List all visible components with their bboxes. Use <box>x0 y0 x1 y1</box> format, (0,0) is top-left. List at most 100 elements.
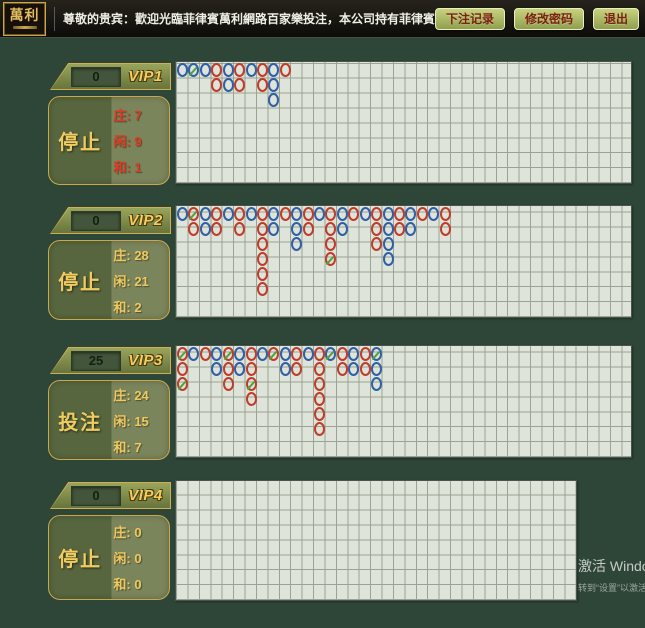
road-mark-player <box>383 237 394 251</box>
road-mark-player <box>348 362 359 376</box>
road-mark-banker <box>280 207 291 221</box>
stat-tie: 和: 2 <box>113 297 169 316</box>
road-mark-banker <box>223 362 234 376</box>
table-name: VIP1 <box>121 68 170 85</box>
road-mark-player <box>348 347 359 361</box>
road-mark-player <box>383 222 394 236</box>
road-mark-player <box>337 207 348 221</box>
road-mark-banker <box>200 347 211 361</box>
road-mark-player <box>303 347 314 361</box>
stat-player: 闲: 21 <box>113 271 169 290</box>
watermark-line1: 激活 Windows <box>578 556 645 576</box>
road-mark-player <box>223 78 234 92</box>
table-status-panel: 停止 庄: 7 闲: 9 和: 1 <box>48 96 170 185</box>
road-mark-banker <box>337 347 348 361</box>
road-mark-player <box>268 63 279 77</box>
road-mark-player <box>291 207 302 221</box>
table-status: 停止 <box>49 97 111 184</box>
road-mark-banker <box>257 282 268 296</box>
road-mark-banker <box>257 252 268 266</box>
road-mark-banker <box>280 63 291 77</box>
road-mark-player <box>268 207 279 221</box>
road-mark-banker <box>394 207 405 221</box>
road-grid <box>175 205 632 318</box>
road-mark-player <box>405 222 416 236</box>
road-mark-player <box>200 63 211 77</box>
road-mark-player <box>200 222 211 236</box>
road-mark-player <box>383 207 394 221</box>
top-bar: 萬利 尊敬的贵宾：歡迎光臨菲律賓萬利網路百家樂投注，本公司持有菲律賓政府批出的合… <box>0 0 645 38</box>
road-mark-player <box>234 347 245 361</box>
road-mark-banker <box>257 207 268 221</box>
table-badge: 25 VIP3 <box>50 347 171 374</box>
road-mark-banker <box>291 362 302 376</box>
table-section-vip1: 0 VIP1 停止 庄: 7 闲: 9 和: 1 <box>0 61 645 185</box>
road-mark-banker <box>325 237 336 251</box>
road-mark-player <box>257 347 268 361</box>
road-mark-player <box>291 222 302 236</box>
road-mark-banker <box>234 207 245 221</box>
stat-player: 闲: 15 <box>113 411 169 430</box>
road-mark-banker <box>371 237 382 251</box>
countdown-counter: 0 <box>71 67 121 87</box>
logout-button[interactable]: 退出 <box>593 8 639 30</box>
road-mark-banker <box>188 222 199 236</box>
table-name: VIP3 <box>121 352 170 369</box>
stat-tie: 和: 1 <box>113 157 169 176</box>
road-mark-banker <box>257 63 268 77</box>
road-mark-banker <box>257 237 268 251</box>
road-mark-banker <box>246 392 257 406</box>
road-mark-banker <box>257 222 268 236</box>
stat-tie: 和: 0 <box>113 574 169 593</box>
road-grid <box>175 480 577 601</box>
road-mark-player <box>223 207 234 221</box>
road-mark-player <box>177 63 188 77</box>
road-mark-banker <box>211 78 222 92</box>
table-badge: 0 VIP2 <box>50 207 171 234</box>
table-stats: 庄: 28 闲: 21 和: 2 <box>111 241 169 319</box>
stat-banker: 庄: 24 <box>113 385 169 404</box>
road-mark-banker <box>314 347 325 361</box>
table-status-panel: 停止 庄: 0 闲: 0 和: 0 <box>48 515 170 600</box>
road-mark-player <box>246 63 257 77</box>
change-password-button[interactable]: 修改密码 <box>514 8 584 30</box>
brand-logo-subtitle <box>13 26 37 29</box>
road-mark-player <box>280 347 291 361</box>
welcome-message: 尊敬的贵宾：歡迎光臨菲律賓萬利網路百家樂投注，本公司持有菲律賓政府批出的合法博彩… <box>63 10 435 27</box>
road-mark-player <box>211 347 222 361</box>
road-mark-player <box>314 207 325 221</box>
road-mark-banker <box>291 347 302 361</box>
road-mark-banker <box>440 222 451 236</box>
table-badge: 0 VIP1 <box>50 63 171 90</box>
table-name: VIP4 <box>121 487 170 504</box>
bet-records-button[interactable]: 下注记录 <box>435 8 505 30</box>
road-mark-banker <box>314 392 325 406</box>
countdown-counter: 0 <box>71 486 121 506</box>
road-mark-banker <box>234 222 245 236</box>
road-mark-banker <box>223 377 234 391</box>
road-mark-banker <box>360 347 371 361</box>
road-mark-banker <box>314 407 325 421</box>
road-mark-banker <box>337 362 348 376</box>
stat-banker: 庄: 28 <box>113 245 169 264</box>
road-mark-player <box>291 237 302 251</box>
road-mark-banker <box>234 78 245 92</box>
road-mark-banker <box>303 207 314 221</box>
table-stats: 庄: 24 闲: 15 和: 7 <box>111 381 169 459</box>
road-mark-banker <box>211 63 222 77</box>
road-mark-banker <box>257 267 268 281</box>
watermark-line2: 转到“设置”以激活 Windows。 <box>578 581 645 594</box>
road-mark-banker <box>394 222 405 236</box>
road-mark-banker <box>440 207 451 221</box>
stat-banker: 庄: 7 <box>113 105 169 124</box>
road-mark-banker <box>314 377 325 391</box>
brand-logo-title: 萬利 <box>10 9 40 24</box>
road-mark-player <box>223 63 234 77</box>
road-mark-banker <box>325 222 336 236</box>
road-mark-player <box>280 362 291 376</box>
stat-player: 闲: 0 <box>113 548 169 567</box>
road-mark-player <box>246 207 257 221</box>
road-mark-banker <box>314 422 325 436</box>
countdown-counter: 25 <box>71 351 121 371</box>
stat-player: 闲: 9 <box>113 131 169 150</box>
